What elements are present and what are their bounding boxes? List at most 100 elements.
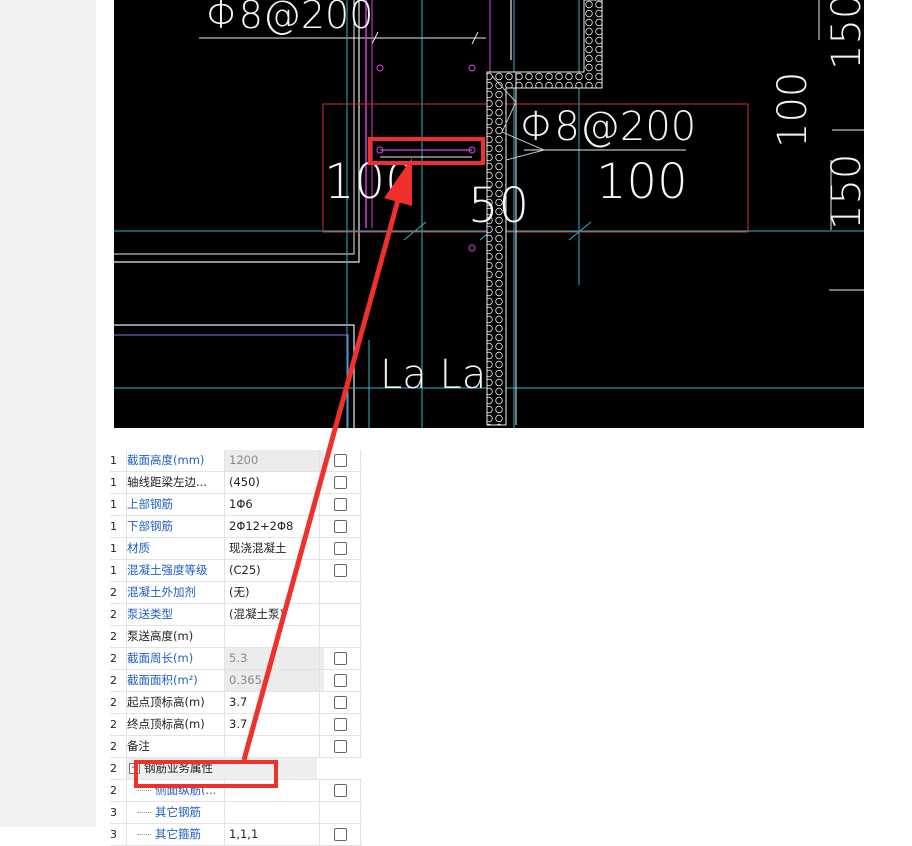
property-name: 上部钢筋 bbox=[126, 494, 227, 515]
property-name: 备注 bbox=[126, 736, 227, 757]
attach-checkbox[interactable] bbox=[334, 520, 347, 533]
cad-dim-100-right: 100 bbox=[770, 72, 816, 148]
property-row[interactable]: 18 材质现浇混凝土 bbox=[110, 538, 362, 560]
attach-checkbox[interactable] bbox=[334, 542, 347, 555]
attach-checkbox[interactable] bbox=[334, 740, 347, 753]
cad-dim-150-top: 150 bbox=[824, 0, 864, 70]
attach-checkbox[interactable] bbox=[334, 498, 347, 511]
wall-outline-left bbox=[114, 0, 360, 263]
row-number: 22 bbox=[110, 630, 116, 643]
property-row[interactable]: 19 混凝土强度等级(C25) bbox=[110, 560, 362, 582]
property-value-field[interactable]: (C25) bbox=[224, 560, 324, 581]
property-attach-cell bbox=[319, 450, 361, 471]
left-panel-gutter bbox=[0, 0, 96, 827]
row-number: 20 bbox=[110, 586, 116, 599]
property-child-row[interactable]: 30 其它钢筋 bbox=[110, 802, 362, 824]
cad-anchor-la: La La bbox=[380, 352, 486, 398]
property-group-rebar[interactable]: 28 −钢筋业务属性 bbox=[110, 758, 362, 780]
row-number: 14 bbox=[110, 454, 116, 467]
row-number: 19 bbox=[110, 564, 116, 577]
attach-checkbox[interactable] bbox=[334, 652, 347, 665]
property-child-row[interactable]: 29 侧面纵筋(... bbox=[110, 780, 362, 802]
attach-checkbox[interactable] bbox=[334, 828, 347, 841]
row-number: 29 bbox=[110, 784, 116, 797]
row-number: 27 bbox=[110, 740, 116, 753]
property-attach-cell bbox=[319, 582, 361, 603]
property-table: 14截面高度(mm)120015轴线距梁左边...(450)16上部钢筋1Φ61… bbox=[110, 450, 362, 846]
attach-checkbox[interactable] bbox=[334, 454, 347, 467]
wall-outline-lower-blue bbox=[114, 334, 349, 428]
property-attach-cell bbox=[319, 824, 361, 845]
property-row[interactable]: 23 截面周长(m)5.3 bbox=[110, 648, 362, 670]
property-value-field[interactable]: 1,1,1 bbox=[224, 824, 324, 845]
property-attach-cell bbox=[319, 714, 361, 735]
attach-checkbox[interactable] bbox=[334, 718, 347, 731]
property-row[interactable]: 15 轴线距梁左边...(450) bbox=[110, 472, 362, 494]
cad-drawing-canvas[interactable]: Φ8@200 Φ8@200 100 100 50 La La 100 150 1… bbox=[114, 0, 864, 428]
property-row[interactable]: 20 混凝土外加剂(无) bbox=[110, 582, 362, 604]
property-attach-cell bbox=[319, 626, 361, 647]
property-name: 其它箍筋 bbox=[126, 824, 229, 845]
property-value-field[interactable]: 3.7 bbox=[224, 714, 324, 735]
property-attach-cell bbox=[319, 604, 361, 625]
property-value-field[interactable]: 现浇混凝土 bbox=[224, 538, 324, 559]
property-name: 下部钢筋 bbox=[126, 516, 227, 537]
property-value-field[interactable]: 2Φ12+2Φ8 bbox=[224, 516, 324, 537]
property-value-field[interactable] bbox=[224, 626, 324, 647]
row-number: 17 bbox=[110, 520, 116, 533]
property-row[interactable]: 14 截面高度(mm)1200 bbox=[110, 450, 362, 472]
property-name: 材质 bbox=[126, 538, 227, 559]
property-row[interactable]: 21 泵送类型(混凝土泵) bbox=[110, 604, 362, 626]
property-value-field[interactable] bbox=[224, 802, 324, 823]
property-name: 侧面纵筋(... bbox=[126, 780, 229, 801]
property-row[interactable]: 22 泵送高度(m) bbox=[110, 626, 362, 648]
attach-checkbox[interactable] bbox=[334, 696, 347, 709]
property-value-field[interactable] bbox=[224, 780, 324, 801]
property-value-field[interactable]: (混凝土泵) bbox=[224, 604, 324, 625]
property-value-field[interactable]: 1Φ6 bbox=[224, 494, 324, 515]
group-label: 钢筋业务属性 bbox=[144, 761, 213, 775]
property-attach-cell bbox=[319, 648, 361, 669]
attach-checkbox[interactable] bbox=[334, 476, 347, 489]
property-name: 混凝土强度等级 bbox=[126, 560, 227, 581]
property-value-field[interactable]: (无) bbox=[224, 582, 324, 603]
row-number: 23 bbox=[110, 652, 116, 665]
row-number: 16 bbox=[110, 498, 116, 511]
property-row[interactable]: 16 上部钢筋1Φ6 bbox=[110, 494, 362, 516]
property-value-field[interactable] bbox=[224, 736, 324, 757]
wall-outline-lower bbox=[114, 324, 355, 428]
property-attach-cell bbox=[319, 472, 361, 493]
row-number: 21 bbox=[110, 608, 116, 621]
property-value-field[interactable]: 5.3 bbox=[224, 648, 324, 669]
cad-dim-100-mid: 100 bbox=[596, 154, 688, 210]
property-attach-cell bbox=[319, 670, 361, 691]
property-row[interactable]: 17 下部钢筋2Φ12+2Φ8 bbox=[110, 516, 362, 538]
property-name: 泵送类型 bbox=[126, 604, 227, 625]
cad-dim-150-mid: 150 bbox=[824, 154, 864, 230]
property-value-field[interactable]: (450) bbox=[224, 472, 324, 493]
property-name: 终点顶标高(m) bbox=[126, 714, 227, 735]
row-number: 18 bbox=[110, 542, 116, 555]
row-number: 24 bbox=[110, 674, 116, 687]
property-value-field[interactable]: 0.365 bbox=[224, 670, 324, 691]
property-row[interactable]: 27 备注 bbox=[110, 736, 362, 758]
property-value-field[interactable]: 1200 bbox=[224, 450, 324, 471]
collapse-icon[interactable]: − bbox=[129, 763, 140, 774]
cad-label-top-rebar: Φ8@200 bbox=[206, 0, 373, 37]
attach-checkbox[interactable] bbox=[334, 784, 347, 797]
property-attach-cell bbox=[319, 802, 361, 823]
property-name: 混凝土外加剂 bbox=[126, 582, 227, 603]
property-attach-cell bbox=[319, 538, 361, 559]
cad-drawing: Φ8@200 Φ8@200 100 100 50 La La 100 150 1… bbox=[114, 0, 864, 428]
property-attach-cell bbox=[319, 516, 361, 537]
attach-checkbox[interactable] bbox=[334, 564, 347, 577]
property-row[interactable]: 24 截面面积(m²)0.365 bbox=[110, 670, 362, 692]
property-row[interactable]: 25 起点顶标高(m)3.7 bbox=[110, 692, 362, 714]
property-name: 起点顶标高(m) bbox=[126, 692, 227, 713]
property-row[interactable]: 26 终点顶标高(m)3.7 bbox=[110, 714, 362, 736]
row-number: 25 bbox=[110, 696, 116, 709]
property-value-field[interactable]: 3.7 bbox=[224, 692, 324, 713]
attach-checkbox[interactable] bbox=[334, 674, 347, 687]
property-attach-cell bbox=[319, 736, 361, 757]
property-child-row[interactable]: 31 其它箍筋1,1,1 bbox=[110, 824, 362, 846]
